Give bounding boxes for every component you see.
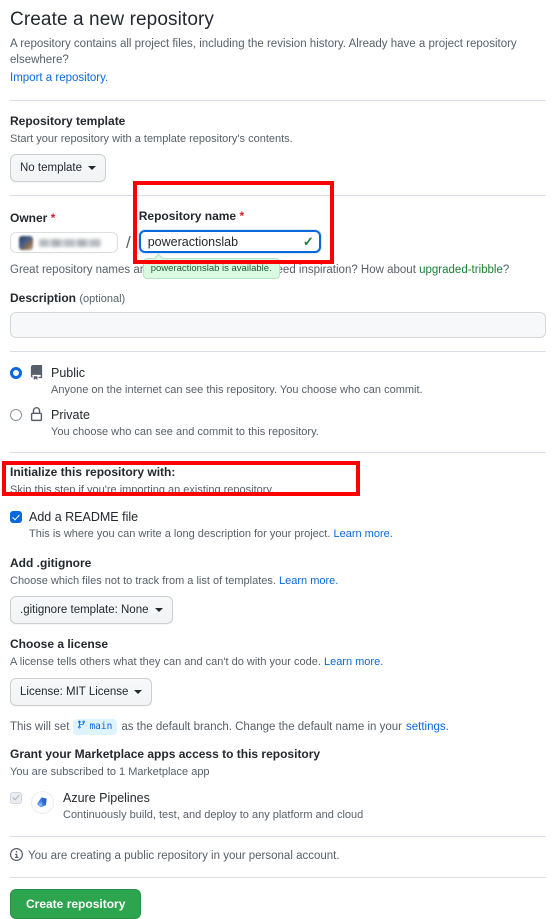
template-select-button[interactable]: No template — [10, 154, 107, 183]
footer-info: You are creating a public repository in … — [10, 837, 546, 864]
branch-notice-prefix: This will set — [10, 720, 70, 733]
license-section: Choose a license A license tells others … — [10, 624, 546, 706]
submit-area: Create repository — [10, 878, 546, 919]
owner-required-mark: * — [50, 211, 56, 226]
info-icon — [10, 848, 23, 864]
repository-name-label-text: Repository name — [138, 209, 237, 224]
gitignore-note: Choose which files not to track from a l… — [10, 573, 546, 590]
repository-template-label: Repository template — [10, 113, 126, 128]
repository-name-input[interactable] — [138, 230, 321, 254]
public-option-body: Public Anyone on the internet can see th… — [51, 365, 423, 398]
description-optional-text: (optional) — [79, 292, 126, 305]
branch-settings-link[interactable]: settings. — [406, 718, 449, 736]
default-branch-name: main — [89, 720, 113, 732]
marketplace-section: Grant your Marketplace apps access to th… — [10, 736, 546, 823]
git-branch-icon — [77, 719, 86, 734]
marketplace-app-body: Azure Pipelines Continuously build, test… — [63, 790, 363, 824]
visibility-option-public[interactable]: Public Anyone on the internet can see th… — [10, 365, 546, 398]
repository-name-label: Repository name * — [139, 207, 321, 225]
license-label: Choose a license — [10, 637, 109, 652]
suggested-name-link[interactable]: upgraded-tribble — [419, 264, 503, 276]
license-select-label: License: MIT License — [20, 685, 129, 698]
owner-label-text: Owner — [10, 211, 48, 226]
public-description: Anyone on the internet can see this repo… — [51, 383, 423, 396]
default-branch-chip: main — [73, 718, 118, 735]
lock-icon — [29, 406, 44, 425]
license-select-button[interactable]: License: MIT License — [10, 677, 153, 706]
repository-name-field: Repository name * ✓ poweractionslab is a… — [138, 207, 321, 280]
chevron-down-icon — [88, 166, 97, 171]
page-subtitle: A repository contains all project files,… — [10, 36, 546, 87]
readme-description: This is where you can write a long descr… — [29, 526, 393, 543]
name-availability-tooltip: poweractionslab is available. — [142, 258, 280, 280]
gitignore-learn-more-link[interactable]: Learn more. — [279, 575, 338, 587]
azure-pipelines-description: Continuously build, test, and deploy to … — [63, 808, 364, 821]
chevron-down-icon — [154, 608, 163, 613]
initialize-section: Initialize this repository with: Skip th… — [10, 453, 546, 542]
description-label: Description (optional) — [10, 289, 546, 308]
import-repository-link[interactable]: Import a repository. — [10, 70, 108, 87]
avatar — [19, 235, 33, 250]
readme-checkbox[interactable] — [10, 510, 22, 523]
owner-label: Owner * — [10, 209, 132, 227]
create-repository-page: Create a new repository A repository con… — [0, 0, 556, 919]
template-select-label: No template — [20, 162, 83, 175]
gitignore-template-label: .gitignore template: None — [20, 604, 149, 617]
public-radio[interactable] — [10, 367, 22, 380]
gitignore-template-button[interactable]: .gitignore template: None — [10, 596, 173, 625]
license-learn-more-link[interactable]: Learn more. — [324, 656, 383, 668]
repository-template-note: Start your repository with a template re… — [10, 132, 293, 145]
marketplace-note: You are subscribed to 1 Marketplace app — [10, 766, 210, 779]
readme-title: Add a README file — [29, 509, 139, 524]
azure-pipelines-title: Azure Pipelines — [63, 790, 150, 805]
license-note: A license tells others what they can and… — [10, 654, 546, 671]
readme-option-body: Add a README file This is where you can … — [29, 509, 393, 543]
readme-option[interactable]: Add a README file This is where you can … — [10, 509, 546, 543]
initialize-label: Initialize this repository with: — [10, 465, 176, 480]
repository-template-section: Repository template Start your repositor… — [10, 101, 546, 183]
readme-learn-more-link[interactable]: Learn more. — [333, 528, 392, 540]
private-title: Private — [51, 407, 90, 422]
page-title: Create a new repository — [10, 9, 215, 30]
owner-and-name-section: Owner * / Repository name * poweractions… — [10, 196, 546, 280]
readme-description-text: This is where you can write a long descr… — [29, 528, 331, 541]
owner-field: Owner * / — [10, 209, 132, 254]
description-input[interactable] — [10, 312, 546, 339]
visibility-option-private[interactable]: Private You choose who can see and commi… — [10, 406, 546, 440]
description-section: Description (optional) — [10, 280, 546, 339]
marketplace-app-row[interactable]: Azure Pipelines Continuously build, test… — [10, 790, 546, 824]
default-branch-notice: This will set main as the default branch… — [10, 706, 546, 736]
branch-notice-middle: as the default branch. Change the defaul… — [121, 720, 402, 733]
azure-pipelines-icon — [31, 790, 54, 814]
chevron-down-icon — [134, 689, 143, 694]
marketplace-label: Grant your Marketplace apps access to th… — [10, 747, 321, 762]
license-note-text: A license tells others what they can and… — [10, 656, 321, 669]
repository-name-hint-suffix: ? — [502, 264, 510, 277]
footer-info-text: You are creating a public repository in … — [28, 850, 340, 863]
gitignore-note-text: Choose which files not to track from a l… — [10, 574, 276, 587]
private-description: You choose who can see and commit to thi… — [51, 425, 319, 438]
gitignore-section: Add .gitignore Choose which files not to… — [10, 543, 546, 625]
owner-name-separator: / — [126, 233, 131, 253]
private-radio[interactable] — [10, 408, 22, 421]
public-title: Public — [51, 366, 86, 381]
repository-name-required-mark: * — [239, 209, 245, 224]
azure-pipelines-checkbox — [10, 791, 22, 804]
visibility-section: Public Anyone on the internet can see th… — [10, 352, 546, 439]
page-subtitle-text: A repository contains all project files,… — [10, 37, 517, 67]
create-repository-button[interactable]: Create repository — [10, 889, 142, 919]
owner-select-button[interactable] — [10, 232, 118, 254]
repo-icon — [29, 365, 44, 383]
gitignore-label: Add .gitignore — [10, 555, 92, 570]
private-option-body: Private You choose who can see and commi… — [51, 407, 319, 440]
owner-username-redacted — [39, 238, 101, 247]
initialize-note: Skip this step if you're importing an ex… — [10, 484, 275, 497]
description-label-text: Description — [10, 290, 77, 305]
